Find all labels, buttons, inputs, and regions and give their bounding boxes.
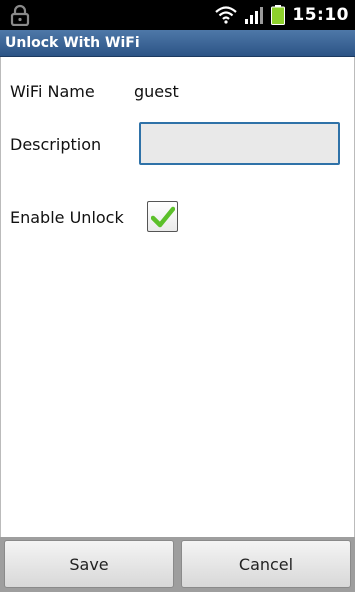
page-title: Unlock With WiFi bbox=[5, 35, 140, 51]
wifi-name-label: WiFi Name bbox=[10, 82, 95, 101]
status-bar: 15:10 bbox=[0, 0, 355, 30]
cancel-button[interactable]: Cancel bbox=[181, 540, 351, 588]
status-time: 15:10 bbox=[292, 5, 349, 25]
wifi-icon bbox=[215, 6, 238, 24]
lock-icon bbox=[10, 4, 30, 26]
description-input[interactable] bbox=[139, 122, 340, 165]
wifi-name-value: guest bbox=[134, 82, 179, 101]
signal-icon bbox=[245, 7, 264, 24]
save-button[interactable]: Save bbox=[4, 540, 174, 588]
form-content: WiFi Name guest Description Enable Unloc… bbox=[0, 57, 355, 537]
battery-icon bbox=[271, 5, 286, 25]
checkmark-icon bbox=[150, 206, 175, 227]
enable-unlock-checkbox[interactable] bbox=[147, 201, 178, 232]
description-label: Description bbox=[10, 135, 102, 154]
enable-unlock-label: Enable Unlock bbox=[10, 208, 124, 227]
title-bar: Unlock With WiFi bbox=[0, 30, 355, 57]
button-bar: Save Cancel bbox=[0, 537, 355, 592]
